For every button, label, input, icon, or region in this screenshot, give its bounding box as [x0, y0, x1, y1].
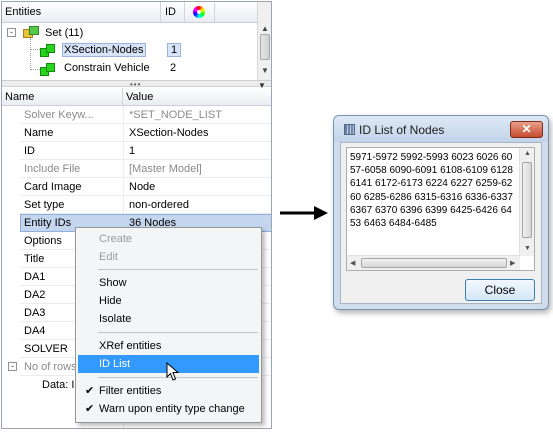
prop-name: DA3 — [24, 307, 46, 319]
menu-item-label: Create — [99, 233, 133, 245]
scroll-left-icon[interactable]: ◀ — [350, 259, 355, 267]
dialog-titlebar[interactable]: ID List of Nodes ✕ — [334, 116, 548, 142]
horizontal-scroll-thumb[interactable] — [361, 258, 507, 268]
prop-name: DA4 — [24, 325, 46, 337]
node-set-icon — [40, 44, 56, 58]
tree-id: 2 — [170, 62, 177, 74]
menu-item-label: Filter entities — [99, 385, 162, 397]
tree-label: XSection-Nodes — [62, 43, 146, 57]
prop-name: Name — [24, 127, 54, 139]
panel-splitter[interactable]: ••• ▼ — [2, 80, 271, 90]
scroll-up-icon[interactable]: ▲ — [261, 24, 269, 33]
prop-name: SOLVER — [24, 343, 68, 355]
menu-item-label: Warn upon entity type change — [99, 403, 245, 415]
set-icon — [23, 26, 39, 40]
tree-scroll-thumb[interactable] — [260, 34, 270, 60]
tree-label: Set (11) — [45, 27, 84, 39]
prop-name: Card Image — [24, 181, 82, 193]
prop-name: Options — [24, 235, 62, 247]
node-set-icon — [40, 63, 56, 77]
id-list-icon — [344, 124, 355, 135]
textarea-vertical-scrollbar[interactable]: ▲ ▼ — [519, 148, 534, 256]
prop-name: Entity IDs — [24, 217, 72, 229]
prop-row-set-type[interactable]: Set type non-ordered — [2, 196, 271, 214]
header-separator — [160, 2, 161, 23]
prop-name: DA1 — [24, 271, 46, 283]
menu-separator — [98, 332, 258, 333]
prop-name: Include File — [24, 163, 81, 175]
id-list-textarea[interactable]: 5971-5972 5992-5993 6023 6026 60 57-6058… — [346, 147, 535, 271]
prop-row-solver-keyword[interactable]: Solver Keyw... *SET_NODE_LIST — [2, 106, 271, 124]
menu-item-show[interactable]: Show — [78, 274, 259, 292]
menu-item-label: ID List — [99, 358, 131, 370]
prop-name: No of rows — [24, 361, 77, 373]
tree-label: Constrain Vehicle — [64, 62, 150, 74]
prop-row-card-image[interactable]: Card Image Node — [2, 178, 271, 196]
right-arrow-icon — [280, 206, 328, 220]
context-menu: Create Edit Show Hide Isolate XRef entit… — [75, 227, 262, 423]
prop-value: Node — [129, 181, 156, 193]
prop-name: DA2 — [24, 289, 46, 301]
checkmark-icon: ✔ — [85, 403, 95, 415]
menu-item-isolate[interactable]: Isolate — [78, 310, 259, 328]
id-list-text: 5971-5972 5992-5993 6023 6026 60 57-6058… — [350, 152, 513, 230]
prop-value: [Master Model] — [129, 163, 202, 175]
collapse-icon[interactable]: - — [8, 362, 17, 371]
color-wheel-icon[interactable] — [193, 6, 205, 18]
prop-name: Data: II — [42, 379, 78, 391]
mouse-cursor-icon — [166, 362, 180, 381]
header-separator — [214, 2, 215, 23]
tree-row-constrain-vehicle[interactable]: Constrain Vehicle 2 — [2, 61, 257, 79]
prop-name: ID — [24, 145, 35, 157]
menu-item-label: Isolate — [99, 313, 132, 325]
checkmark-icon: ✔ — [85, 385, 95, 397]
name-column-header[interactable]: Name — [5, 91, 34, 103]
menu-item-hide[interactable]: Hide — [78, 292, 259, 310]
tree-id: 1 — [167, 43, 182, 57]
prop-row-id[interactable]: ID 1 — [2, 142, 271, 160]
menu-item-edit[interactable]: Edit — [78, 248, 259, 266]
scroll-down-icon[interactable]: ▼ — [261, 66, 269, 75]
menu-item-label: XRef entities — [99, 340, 162, 352]
prop-value: non-ordered — [129, 199, 189, 211]
properties-header: Name Value — [2, 88, 271, 106]
prop-row-include-file[interactable]: Include File [Master Model] — [2, 160, 271, 178]
id-column-header[interactable]: ID — [165, 6, 176, 18]
value-column-header[interactable]: Value — [126, 91, 153, 103]
tree-row-set[interactable]: - Set (11) — [2, 24, 257, 42]
menu-item-label: Hide — [99, 295, 122, 307]
collapse-icon[interactable]: - — [7, 28, 16, 37]
prop-value: XSection-Nodes — [129, 127, 209, 139]
close-icon[interactable]: ✕ — [510, 121, 543, 138]
tree-header: Entities ID — [2, 2, 257, 23]
menu-item-label: Show — [99, 277, 127, 289]
prop-name: Solver Keyw... — [24, 109, 94, 121]
dialog-title: ID List of Nodes — [359, 123, 445, 137]
menu-item-xref-entities[interactable]: XRef entities — [78, 337, 259, 355]
entities-column-header[interactable]: Entities — [5, 6, 41, 18]
menu-item-label: Edit — [99, 251, 118, 263]
prop-row-name[interactable]: Name XSection-Nodes — [2, 124, 271, 142]
tree-scrollbar[interactable]: ▲ ▼ — [257, 2, 271, 80]
prop-value: *SET_NODE_LIST — [129, 109, 222, 121]
scroll-down-icon[interactable]: ▼ — [524, 245, 531, 252]
id-list-dialog: ID List of Nodes ✕ 5971-5972 5992-5993 6… — [333, 115, 549, 310]
menu-item-create[interactable]: Create — [78, 230, 259, 248]
menu-item-warn-entity-type-change[interactable]: ✔ Warn upon entity type change — [78, 400, 259, 418]
scroll-up-icon[interactable]: ▲ — [524, 150, 531, 157]
prop-name: Set type — [24, 199, 65, 211]
prop-name: Title — [24, 253, 45, 265]
close-button[interactable]: Close — [465, 279, 535, 301]
header-separator — [184, 2, 185, 23]
menu-item-filter-entities[interactable]: ✔ Filter entities — [78, 382, 259, 400]
prop-value: 1 — [129, 145, 136, 157]
menu-separator — [98, 269, 258, 270]
scroll-right-icon[interactable]: ▶ — [510, 259, 515, 267]
tree-row-xsection-nodes[interactable]: XSection-Nodes 1 — [2, 42, 257, 60]
textarea-horizontal-scrollbar[interactable]: ◀ ▶ — [347, 255, 520, 270]
vertical-scroll-thumb[interactable] — [522, 162, 532, 238]
dialog-body: 5971-5972 5992-5993 6023 6026 60 57-6058… — [340, 142, 542, 304]
